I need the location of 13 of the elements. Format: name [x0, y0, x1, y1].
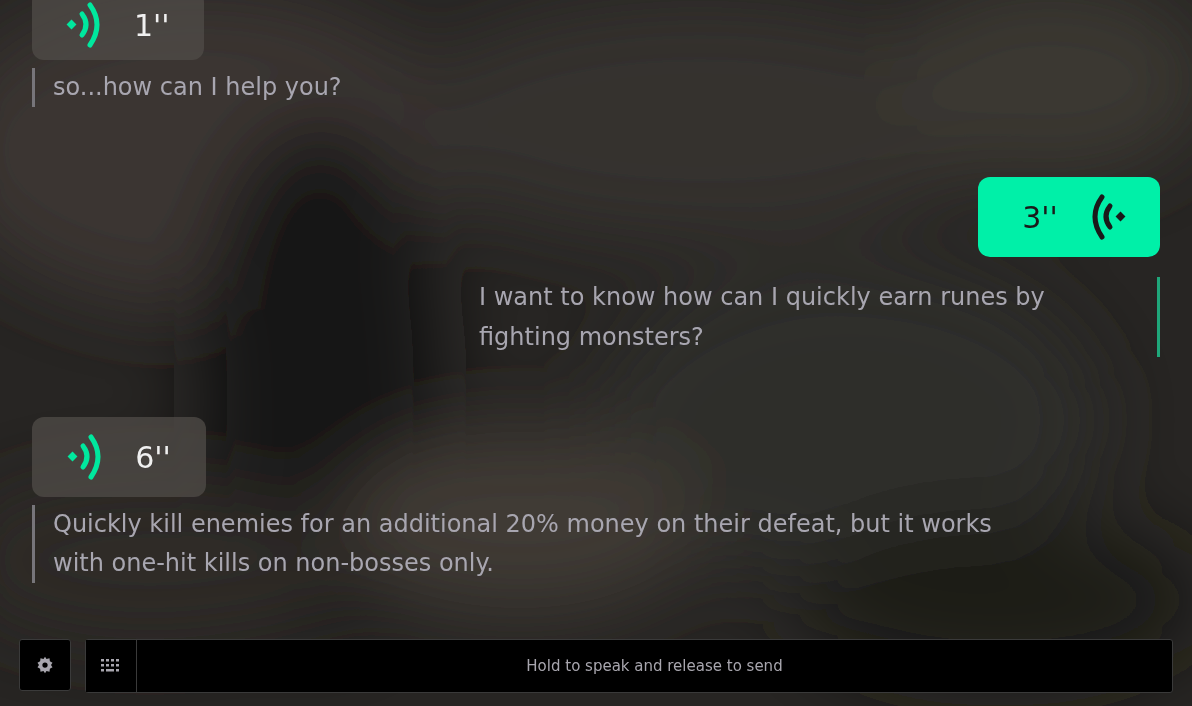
- message-duration: 1'': [134, 7, 170, 43]
- message-duration: 3'': [1022, 199, 1058, 235]
- message-text: I want to know how can I quickly earn runes by fighting monsters?: [479, 282, 1046, 353]
- message-text: Quickly kill enemies for an additional 20% money on their defeat, but it works with one-hit kills on non-bosses only.: [53, 509, 993, 579]
- keyboard-icon: [101, 659, 121, 673]
- voice-message-bubble[interactable]: 1'': [32, 0, 204, 60]
- message-text: so...how can I help you?: [53, 72, 342, 103]
- settings-icon: [36, 656, 54, 674]
- voice-message-bubble[interactable]: 3'': [978, 177, 1160, 257]
- settings-button[interactable]: [19, 639, 71, 691]
- keyboard-button[interactable]: [86, 640, 137, 692]
- message-duration: 6'': [135, 439, 171, 475]
- voice-message-bubble[interactable]: 6'': [32, 417, 206, 497]
